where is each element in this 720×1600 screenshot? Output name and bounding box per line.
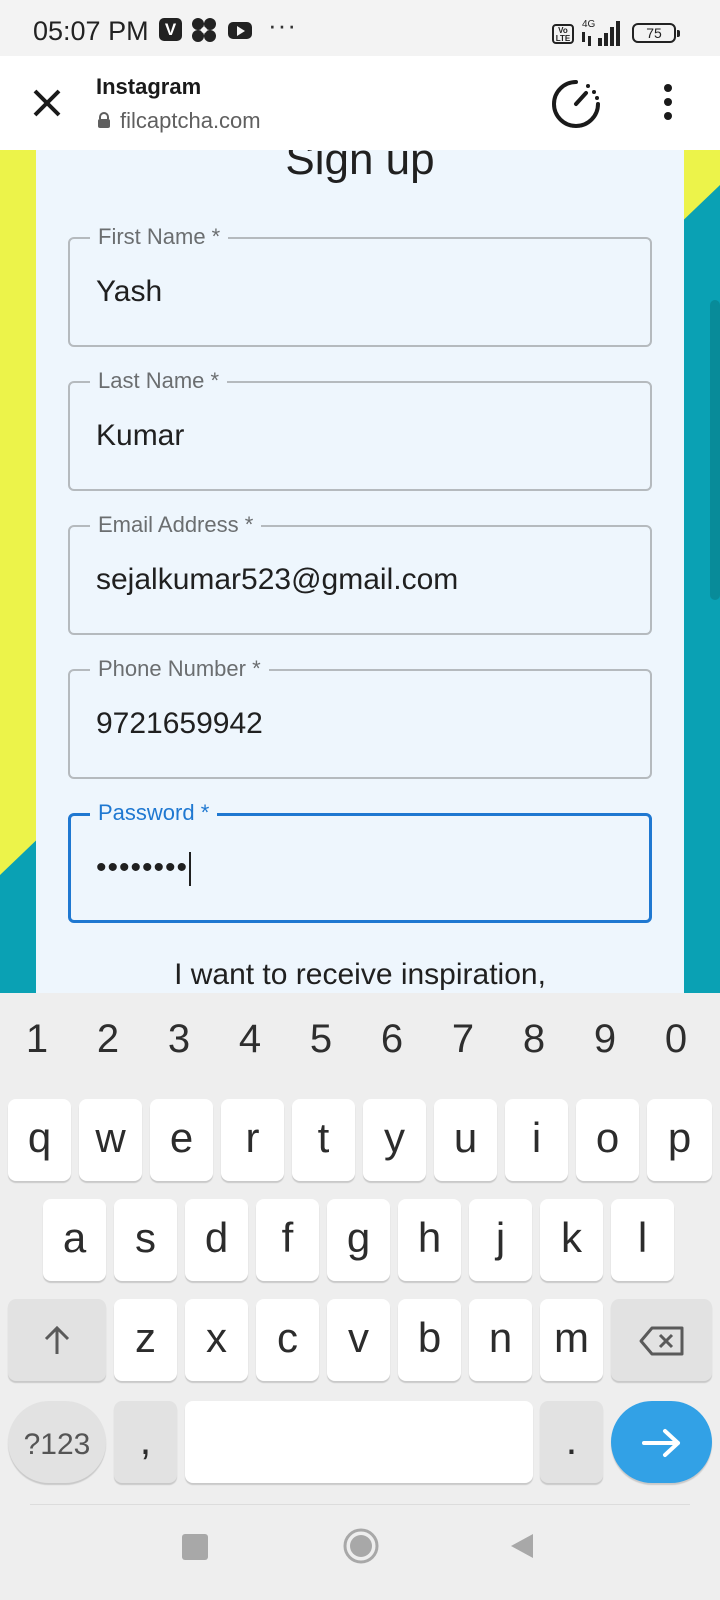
enter-key[interactable] [611,1401,712,1483]
password-value-wrap: •••••••• [96,851,192,887]
key-c[interactable]: c [256,1299,319,1381]
key-e[interactable]: e [150,1099,213,1181]
key-h[interactable]: h [398,1199,461,1281]
last-name-label: Last Name * [90,368,228,394]
key-s[interactable]: s [114,1199,177,1281]
battery-icon: 75 [632,23,680,43]
key-t[interactable]: t [292,1099,355,1181]
home-button[interactable] [343,1528,379,1564]
period-key[interactable]: . [540,1401,603,1483]
comma-key[interactable]: , [114,1401,177,1483]
site-url[interactable]: filcaptcha.com [120,108,261,134]
backspace-icon [639,1326,683,1356]
shift-key[interactable] [8,1299,106,1381]
arrow-right-icon [641,1428,680,1457]
key-p[interactable]: p [647,1099,712,1181]
key-w[interactable]: w [79,1099,142,1181]
key-v[interactable]: v [327,1299,390,1381]
key-d[interactable]: d [185,1199,248,1281]
backspace-key[interactable] [611,1299,712,1381]
space-key[interactable] [185,1401,533,1483]
key-n[interactable]: n [469,1299,532,1381]
first-name-label: First Name * [90,224,229,250]
more-vert-icon[interactable] [656,82,680,122]
key-a[interactable]: a [43,1199,106,1281]
web-content: Sign up First Name * Yash Last Name * Ku… [0,150,720,993]
text-cursor [189,852,192,887]
volte-icon: Vo LTE [552,24,574,44]
email-value: sejalkumar523@gmail.com [96,563,459,596]
key-k[interactable]: k [540,1199,603,1281]
page-scrollbar[interactable] [710,300,720,600]
speedometer-icon[interactable] [550,78,602,130]
network-type-label: 4G [582,19,596,30]
shift-icon [44,1325,70,1354]
password-value: •••••••• [96,851,189,884]
status-time: 05:07 PM [33,16,149,46]
pinwheel-icon [192,18,216,42]
password-label: Password * [90,800,218,826]
key-m[interactable]: m [540,1299,603,1381]
vi-app-icon: V [159,18,182,41]
first-name-field[interactable]: First Name * Yash [68,224,652,347]
soft-keyboard: 1 2 3 4 5 6 7 8 9 0 q w e r t y u i o p … [0,993,720,1506]
key-y[interactable]: y [363,1099,426,1181]
key-9[interactable]: 9 [580,1017,630,1062]
key-r[interactable]: r [221,1099,284,1181]
signup-card: Sign up First Name * Yash Last Name * Ku… [36,150,684,993]
email-field[interactable]: Email Address * sejalkumar523@gmail.com [68,512,652,635]
key-g[interactable]: g [327,1199,390,1281]
key-2[interactable]: 2 [83,1017,133,1062]
lock-icon [98,112,110,128]
symbols-key[interactable]: ?123 [8,1401,106,1483]
browser-toolbar: Instagram filcaptcha.com [0,56,720,150]
last-name-field[interactable]: Last Name * Kumar [68,368,652,491]
more-notifications-icon: ··· [268,10,297,40]
first-name-value: Yash [96,275,163,308]
key-b[interactable]: b [398,1299,461,1381]
key-z[interactable]: z [114,1299,177,1381]
key-x[interactable]: x [185,1299,248,1381]
signal-icon: 4G [582,19,620,46]
key-3[interactable]: 3 [154,1017,204,1062]
key-f[interactable]: f [256,1199,319,1281]
key-i[interactable]: i [505,1099,568,1181]
status-bar: 05:07 PM V ··· Vo LTE 4G 75 [0,0,720,56]
key-5[interactable]: 5 [296,1017,346,1062]
back-button[interactable] [507,1531,537,1561]
key-l[interactable]: l [611,1199,674,1281]
system-nav-bar [0,1505,720,1600]
password-field[interactable]: Password * •••••••• [68,800,652,923]
key-u[interactable]: u [434,1099,497,1181]
key-7[interactable]: 7 [438,1017,488,1062]
page-title: Instagram [96,74,202,99]
phone-value: 9721659942 [96,707,263,740]
key-4[interactable]: 4 [225,1017,275,1062]
phone-label: Phone Number * [90,656,269,682]
email-label: Email Address * [90,512,262,538]
number-row: 1 2 3 4 5 6 7 8 9 0 [0,993,720,1081]
phone-field[interactable]: Phone Number * 9721659942 [68,656,652,779]
form-title: Sign up [285,150,435,184]
key-1[interactable]: 1 [12,1017,62,1062]
recents-button[interactable] [182,1534,208,1560]
key-0[interactable]: 0 [651,1017,701,1062]
youtube-icon [228,22,252,39]
inspiration-checkbox-label[interactable]: I want to receive inspiration, [36,958,684,992]
key-q[interactable]: q [8,1099,71,1181]
key-j[interactable]: j [469,1199,532,1281]
symbols-key-label: ?123 [23,1428,91,1461]
key-6[interactable]: 6 [367,1017,417,1062]
close-icon[interactable] [22,78,72,128]
last-name-value: Kumar [96,419,185,452]
key-8[interactable]: 8 [509,1017,559,1062]
key-o[interactable]: o [576,1099,639,1181]
